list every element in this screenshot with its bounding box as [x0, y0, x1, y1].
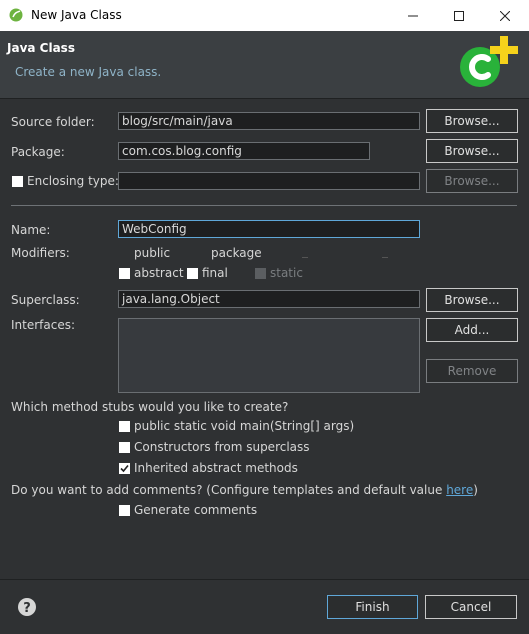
enclosing-type-input[interactable] — [118, 172, 420, 190]
name-label: Name: — [11, 223, 51, 237]
enclosing-type-label: Enclosing type: — [27, 174, 119, 188]
inherited-methods-label: Inherited abstract methods — [134, 461, 298, 475]
interfaces-label: Interfaces: — [11, 318, 76, 332]
package-browse-button[interactable]: Browse... — [426, 139, 518, 163]
enclosing-type-browse-button[interactable]: Browse... — [426, 169, 518, 193]
close-icon — [500, 10, 510, 21]
constructors-checkbox[interactable] — [119, 442, 130, 453]
constructors-label: Constructors from superclass — [134, 440, 310, 454]
window-title: New Java Class — [31, 8, 122, 22]
add-interface-button[interactable]: Add... — [426, 318, 518, 342]
spring-app-icon — [9, 8, 23, 22]
cancel-button[interactable]: Cancel — [425, 595, 517, 619]
help-icon[interactable]: ? — [17, 597, 37, 617]
static-label: static — [270, 266, 303, 280]
enclosing-type-checkbox[interactable] — [12, 176, 23, 187]
modifier-public-radio[interactable]: public — [134, 246, 170, 260]
static-checkbox[interactable] — [255, 268, 266, 279]
package-label: Package: — [11, 145, 65, 159]
source-folder-label: Source folder: — [11, 115, 95, 129]
inherited-methods-checkbox[interactable] — [119, 463, 130, 474]
modifier-private-radio[interactable] — [302, 257, 308, 258]
source-folder-browse-button[interactable]: Browse... — [426, 109, 518, 133]
final-checkbox[interactable] — [187, 268, 198, 279]
section-divider — [11, 205, 517, 206]
wizard-title: Java Class — [7, 41, 75, 55]
package-input[interactable]: com.cos.blog.config — [118, 142, 370, 160]
comments-question-suffix: ) — [473, 483, 478, 497]
class-name-input[interactable]: WebConfig — [118, 220, 420, 238]
remove-interface-button[interactable]: Remove — [426, 359, 518, 383]
modifiers-label: Modifiers: — [11, 246, 70, 260]
close-button[interactable] — [482, 0, 528, 31]
minimize-button[interactable] — [390, 0, 436, 31]
abstract-checkbox[interactable] — [119, 268, 130, 279]
wizard-subtitle: Create a new Java class. — [15, 65, 162, 79]
main-method-checkbox[interactable] — [119, 421, 130, 432]
footer-divider — [0, 579, 529, 580]
modifier-protected-radio[interactable] — [382, 257, 388, 258]
main-method-label: public static void main(String[] args) — [134, 419, 355, 433]
comments-question-text: Do you want to add comments? (Configure … — [11, 483, 447, 497]
title-bar: New Java Class — [0, 0, 529, 31]
generate-comments-label: Generate comments — [134, 503, 258, 517]
final-label: final — [202, 266, 228, 280]
generate-comments-checkbox[interactable] — [119, 505, 130, 516]
interfaces-list[interactable] — [118, 318, 420, 393]
header-divider — [0, 98, 529, 99]
superclass-label: Superclass: — [11, 293, 80, 307]
abstract-label: abstract — [134, 266, 184, 280]
finish-button[interactable]: Finish — [327, 595, 418, 619]
modifier-package-radio[interactable]: package — [211, 246, 262, 260]
new-class-logo-icon — [460, 36, 518, 87]
source-folder-input[interactable]: blog/src/main/java — [118, 112, 420, 130]
method-stubs-question: Which method stubs would you like to cre… — [11, 400, 289, 414]
svg-text:?: ? — [23, 601, 31, 616]
maximize-icon — [454, 10, 464, 21]
checkmark-icon — [120, 464, 129, 473]
templates-link[interactable]: here — [446, 483, 473, 497]
minimize-icon — [408, 15, 418, 16]
maximize-button[interactable] — [436, 0, 482, 31]
superclass-input[interactable]: java.lang.Object — [118, 290, 420, 308]
superclass-browse-button[interactable]: Browse... — [426, 288, 518, 312]
comments-question: Do you want to add comments? (Configure … — [11, 483, 478, 497]
